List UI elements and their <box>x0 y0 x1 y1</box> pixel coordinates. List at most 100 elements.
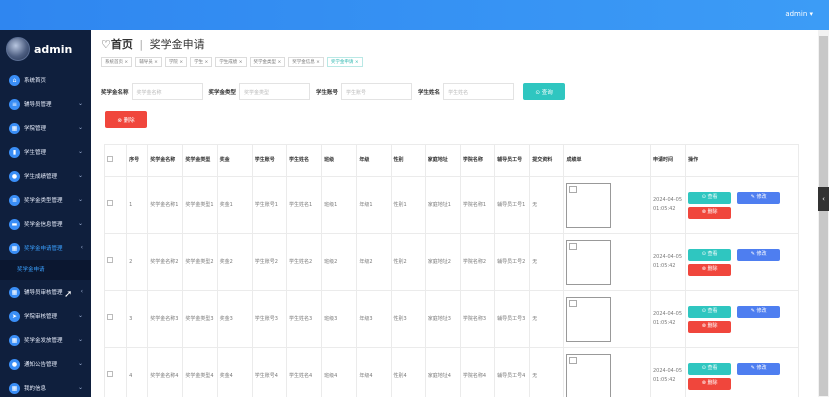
cell-grade: 年级4 <box>356 347 392 397</box>
row-checkbox-cell <box>103 233 128 291</box>
broken-image-icon[interactable] <box>566 239 612 285</box>
cell-name: 奖学金名称3 <box>147 290 184 348</box>
tag-8[interactable]: 奖学金申请 × <box>326 57 363 67</box>
sidebar-item-6[interactable]: ≣ 奖学金类型管理 ⌄ <box>0 188 91 212</box>
row-checkbox-cell <box>103 290 128 348</box>
edit-button[interactable]: ✎ 修改 <box>737 362 781 375</box>
sidebar: admin ⌂ 系统首页 ≡ 辅导员管理 ⌄ ▦ 学院管理 ⌄ ▮ 学生管理 ⌄ ● 学生成绩管理 ⌄ ≣ 奖… <box>0 30 91 397</box>
name-input[interactable]: 奖学金名称 <box>131 83 203 100</box>
account-input[interactable]: 学生账号 <box>341 83 413 100</box>
cell-class: 班级2 <box>321 233 358 291</box>
tag-6[interactable]: 奖学金类型 × <box>249 57 286 67</box>
view-button[interactable]: ⊙ 查看 <box>688 362 732 375</box>
sidebar-item-3[interactable]: ▦ 学院管理 ⌄ <box>0 116 91 140</box>
tag-5[interactable]: 学生成绩 × <box>215 57 247 67</box>
cell-actions: ⊙ 查看 ✎ 修改 ⊗ 删除 <box>685 347 799 397</box>
sidebar-item-label: 辅导员管理 <box>24 102 52 108</box>
cell-transcript <box>563 290 651 348</box>
sidebar-item-label: 奖学金类型管理 <box>24 198 63 204</box>
chevron-icon: ⌄ <box>77 336 83 343</box>
broken-image-icon[interactable] <box>566 353 612 397</box>
sidebar-item-label: 学生管理 <box>24 150 47 156</box>
select-all-checkbox[interactable] <box>107 155 113 162</box>
tag-4[interactable]: 学生 × <box>190 57 213 67</box>
sidebar-menu: ⌂ 系统首页 ≡ 辅导员管理 ⌄ ▦ 学院管理 ⌄ ▮ 学生管理 ⌄ ● 学生成绩管理 ⌄ ≣ 奖学金类型管理… <box>0 68 91 397</box>
column-header: 成绩单 <box>563 144 651 177</box>
collapse-panel-tab[interactable]: ‹ <box>818 187 829 211</box>
cell-no: 1 <box>126 176 149 234</box>
view-button[interactable]: ⊙ 查看 <box>688 191 732 204</box>
sidebar-item-11[interactable]: ▦ 奖学金发放管理 ⌄ <box>0 328 91 352</box>
delete-button[interactable]: ⊗ 删除 <box>688 206 732 219</box>
cell-type: 奖学金类型4 <box>182 347 218 397</box>
sidebar-item-label: 学生成绩管理 <box>24 174 58 180</box>
batch-delete-button[interactable]: ⊗ 删除 <box>105 111 147 128</box>
table-row: 2 奖学金名称2 奖学金类型2 奖金2 学生账号2 学生姓名2 班级2 年级2 性别2 家庭地址2… <box>103 233 799 291</box>
sidebar-item-4[interactable]: ▮ 学生管理 ⌄ <box>0 140 91 164</box>
grid-icon: ▦ <box>9 286 20 298</box>
scrollbar-thumb[interactable] <box>819 36 828 396</box>
chevron-icon: ‹ <box>80 288 83 295</box>
edit-button[interactable]: ✎ 修改 <box>737 191 781 204</box>
cell-address: 家庭地址4 <box>424 347 461 397</box>
column-header: 序号 <box>126 144 149 177</box>
sidebar-subitem-scholarship-apply[interactable]: 奖学金申请 <box>0 260 91 280</box>
sidebar-item-10[interactable]: ➤ 学院审核管理 ⌄ <box>0 304 91 328</box>
cell-counselor: 辅导员工号1 <box>494 176 531 234</box>
cell-time: 2024-04-05 01:05:42 <box>649 176 687 234</box>
delete-button[interactable]: ⊗ 删除 <box>688 263 732 276</box>
row-checkbox[interactable] <box>107 257 113 263</box>
sliders-icon: ≣ <box>9 194 20 206</box>
grid-icon: ▦ <box>9 242 20 254</box>
sidebar-item-label: 奖学金申请管理 <box>24 246 63 252</box>
tag-3[interactable]: 学院 × <box>164 57 188 67</box>
sidebar-item-label: 通知公告管理 <box>24 362 58 368</box>
sidebar-item-label: 学院管理 <box>24 126 47 132</box>
sidebar-item-5[interactable]: ● 学生成绩管理 ⌄ <box>0 164 91 188</box>
sidebar-item-8[interactable]: ▦ 奖学金申请管理 ‹ <box>0 236 91 260</box>
student-input[interactable]: 学生姓名 <box>443 83 515 100</box>
sidebar-item-2[interactable]: ≡ 辅导员管理 ⌄ <box>0 92 91 116</box>
chevron-icon: ⌄ <box>77 100 83 107</box>
sidebar-item-1[interactable]: ⌂ 系统首页 <box>0 68 91 92</box>
sidebar-item-7[interactable]: ▬ 奖学金信息管理 ⌄ <box>0 212 91 236</box>
sidebar-item-12[interactable]: ● 通知公告管理 ⌄ <box>0 352 91 376</box>
tag-7[interactable]: 奖学金信息 × <box>288 57 324 67</box>
user-menu[interactable]: admin ▾ <box>785 10 813 18</box>
column-header: 申请时间 <box>649 144 687 177</box>
column-header: 年级 <box>356 144 392 177</box>
sidebar-profile: admin <box>0 30 91 68</box>
sidebar-item-label: 系统首页 <box>24 78 47 84</box>
column-header: 班级 <box>321 144 358 177</box>
breadcrumb-separator: | <box>139 38 144 51</box>
column-header: 奖学金名称 <box>147 144 184 177</box>
view-button[interactable]: ⊙ 查看 <box>688 248 732 261</box>
delete-button[interactable]: ⊗ 删除 <box>688 320 732 333</box>
row-checkbox[interactable] <box>107 200 113 206</box>
row-checkbox[interactable] <box>107 314 113 320</box>
cell-bonus: 奖金1 <box>216 176 253 234</box>
tag-1[interactable]: 系统首页 × <box>101 57 133 67</box>
chevron-icon: ⌄ <box>77 312 83 319</box>
row-checkbox[interactable] <box>107 371 113 377</box>
cell-time: 2024-04-05 01:05:42 <box>649 290 687 348</box>
edit-button[interactable]: ✎ 修改 <box>737 305 781 318</box>
view-button[interactable]: ⊙ 查看 <box>688 305 732 318</box>
student-label: 学生姓名 <box>418 89 441 96</box>
search-button[interactable]: ⊙ 查询 <box>523 83 566 100</box>
broken-image-icon[interactable] <box>566 296 612 342</box>
cell-type: 奖学金类型2 <box>182 233 218 291</box>
sidebar-item-13[interactable]: ▦ 我的信息 ⌄ <box>0 376 91 397</box>
sidebar-item-9[interactable]: ▦ 辅导员审核管理 ‹ <box>0 280 91 304</box>
type-label: 奖学金类型 <box>208 89 237 96</box>
delete-button[interactable]: ⊗ 删除 <box>688 377 732 390</box>
tag-2[interactable]: 辅导员 × <box>135 57 162 67</box>
column-header: 奖金 <box>216 144 253 177</box>
cell-transcript <box>563 233 651 291</box>
edit-button[interactable]: ✎ 修改 <box>737 248 781 261</box>
type-input[interactable]: 奖学金类型 <box>239 83 311 100</box>
column-header: 操作 <box>685 144 799 177</box>
breadcrumb-home[interactable]: ♡首页 <box>101 38 133 51</box>
broken-image-icon[interactable] <box>566 182 612 228</box>
main-content: ♡首页 | 奖学金申请 系统首页 × 辅导员 × 学院 × 学生 × 学生成绩 × 奖学金… <box>91 30 818 397</box>
